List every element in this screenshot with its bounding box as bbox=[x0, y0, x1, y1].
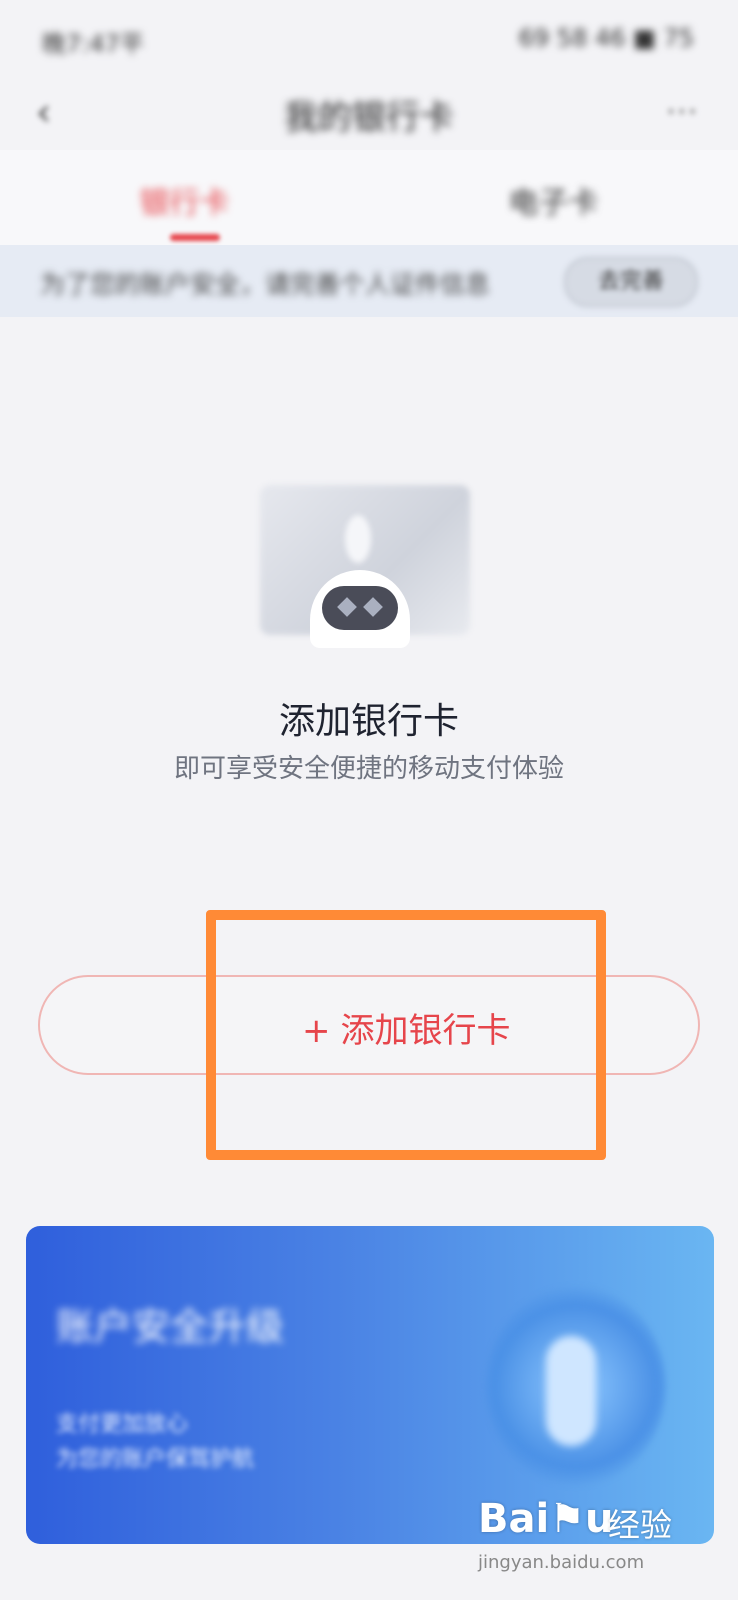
banner-figure-graphic bbox=[546, 1336, 596, 1446]
leaf-graphic bbox=[345, 515, 371, 563]
baidu-watermark: Bai⚑u 经验 jingyan.baidu.com bbox=[478, 1490, 708, 1590]
baidu-logo: Bai⚑u bbox=[478, 1496, 614, 1542]
empty-state-subtitle: 即可享受安全便捷的移动支付体验 bbox=[173, 754, 564, 784]
mascot-eye-left bbox=[337, 597, 357, 617]
status-icons: 69 58 46 ■ 75 bbox=[518, 24, 694, 52]
empty-state-title: 添加银行卡 bbox=[278, 701, 459, 742]
nav-header: ‹ 我的银行卡 ··· bbox=[0, 80, 738, 150]
watermark-url: jingyan.baidu.com bbox=[478, 1552, 645, 1573]
status-time: 晚7:47平 bbox=[42, 30, 144, 58]
tab-e-card[interactable]: 电子卡 bbox=[369, 178, 738, 222]
page-title: 我的银行卡 bbox=[284, 98, 454, 138]
notice-action-button[interactable]: 去完善 bbox=[564, 257, 698, 307]
mascot-eye-right bbox=[363, 597, 383, 617]
watermark-brand: 经验 bbox=[608, 1506, 673, 1544]
banner-line-1: 支付更加放心 bbox=[56, 1412, 189, 1437]
status-bar: 晚7:47平 69 58 46 ■ 75 bbox=[0, 0, 738, 80]
banner-title: 账户安全升级 bbox=[56, 1305, 285, 1349]
tab-bank-card[interactable]: 银行卡 bbox=[0, 178, 369, 222]
notice-action-label: 去完善 bbox=[597, 269, 664, 294]
banner-line-2: 为您的账户保驾护航 bbox=[56, 1447, 255, 1472]
empty-card-illustration bbox=[250, 470, 490, 650]
annotation-highlight-box bbox=[206, 910, 606, 1160]
tab-indicator bbox=[170, 234, 220, 241]
notice-text: 为了您的账户安全，请完善个人证件信息 bbox=[40, 270, 491, 299]
tab-bar: 银行卡 电子卡 bbox=[0, 150, 738, 245]
notice-bar: 为了您的账户安全，请完善个人证件信息 去完善 bbox=[0, 245, 738, 317]
more-icon[interactable]: ··· bbox=[666, 92, 698, 132]
